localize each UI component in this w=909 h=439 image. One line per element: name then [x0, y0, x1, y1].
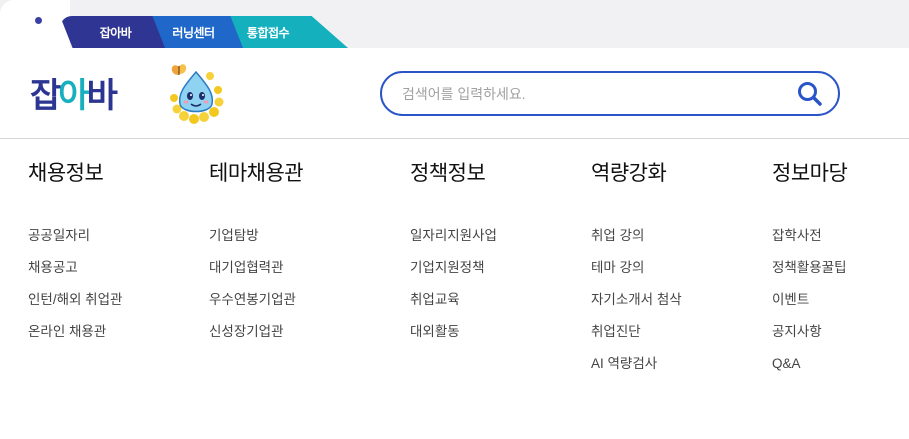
- tab-label: 잡아바: [99, 25, 132, 40]
- menu-item[interactable]: 온라인 채용관: [28, 320, 122, 352]
- menu-item[interactable]: 취업진단: [591, 320, 682, 352]
- menu-item[interactable]: 신성장기업관: [209, 320, 296, 352]
- butterfly-icon: [171, 64, 187, 75]
- menu-item[interactable]: 취업 강의: [591, 224, 682, 256]
- menu-item[interactable]: 우수연봉기업관: [209, 288, 296, 320]
- logo-wordmark: 잡아바: [30, 68, 118, 117]
- header-divider: [0, 138, 909, 139]
- menu-item[interactable]: 대외활동: [410, 320, 497, 352]
- logo-letter: 잡: [30, 76, 61, 116]
- tab-backdrop: [0, 0, 70, 48]
- menu-item[interactable]: 대기업협력관: [209, 256, 296, 288]
- active-dot-indicator: [35, 17, 42, 24]
- menu-item[interactable]: 테마 강의: [591, 256, 682, 288]
- menu-item[interactable]: 정책활용꿀팁: [772, 256, 847, 288]
- menu-item[interactable]: 잡학사전: [772, 224, 847, 256]
- menu-title[interactable]: 테마채용관: [209, 157, 304, 187]
- tab-jobaba[interactable]: 잡아바: [60, 16, 165, 48]
- menu-item[interactable]: 일자리지원사업: [410, 224, 497, 256]
- menu-item[interactable]: 공지사항: [772, 320, 847, 352]
- menu-item[interactable]: 공공일자리: [28, 224, 122, 256]
- menu-item[interactable]: 기업탐방: [209, 224, 296, 256]
- menu-title[interactable]: 정책정보: [410, 157, 486, 187]
- site-logo[interactable]: 잡아바: [30, 62, 230, 124]
- menu-item[interactable]: 이벤트: [772, 288, 847, 320]
- logo-letter: 아: [58, 76, 89, 116]
- tab-label: 통합접수: [246, 25, 290, 40]
- tab-label: 러닝센터: [172, 25, 215, 40]
- menu-list: 공공일자리 채용공고 인턴/해외 취업관 온라인 채용관: [28, 224, 122, 352]
- menu-item[interactable]: Q&A: [772, 352, 847, 384]
- menu-list: 일자리지원사업 기업지원정책 취업교육 대외활동: [410, 224, 497, 352]
- menu-item[interactable]: AI 역량검사: [591, 352, 682, 384]
- search-icon[interactable]: [796, 80, 824, 108]
- menu-column-recruitment: 채용정보 공공일자리 채용공고 인턴/해외 취업관 온라인 채용관: [28, 157, 122, 339]
- menu-title[interactable]: 역량강화: [591, 157, 667, 187]
- menu-list: 잡학사전 정책활용꿀팁 이벤트 공지사항 Q&A: [772, 224, 847, 384]
- menu-item[interactable]: 인턴/해외 취업관: [28, 288, 122, 320]
- menu-title[interactable]: 정보마당: [772, 157, 848, 187]
- menu-item[interactable]: 채용공고: [28, 256, 122, 288]
- menu-column-info-plaza: 정보마당 잡학사전 정책활용꿀팁 이벤트 공지사항 Q&A: [772, 157, 848, 371]
- menu-title[interactable]: 채용정보: [28, 157, 104, 187]
- menu-column-capability: 역량강화 취업 강의 테마 강의 자기소개서 첨삭 취업진단 AI 역량검사: [591, 157, 682, 371]
- menu-item[interactable]: 자기소개서 첨삭: [591, 288, 682, 320]
- search-input[interactable]: [402, 82, 782, 106]
- menu-list: 기업탐방 대기업협력관 우수연봉기업관 신성장기업관: [209, 224, 296, 352]
- menu-list: 취업 강의 테마 강의 자기소개서 첨삭 취업진단 AI 역량검사: [591, 224, 682, 384]
- logo-letter: 바: [86, 76, 118, 116]
- menu-item[interactable]: 취업교육: [410, 288, 497, 320]
- menu-item[interactable]: 기업지원정책: [410, 256, 497, 288]
- mascot-icon: [170, 64, 224, 124]
- search-box: [380, 71, 840, 116]
- menu-column-theme-recruitment: 테마채용관 기업탐방 대기업협력관 우수연봉기업관 신성장기업관: [209, 157, 304, 339]
- menu-column-policy-info: 정책정보 일자리지원사업 기업지원정책 취업교육 대외활동: [410, 157, 497, 339]
